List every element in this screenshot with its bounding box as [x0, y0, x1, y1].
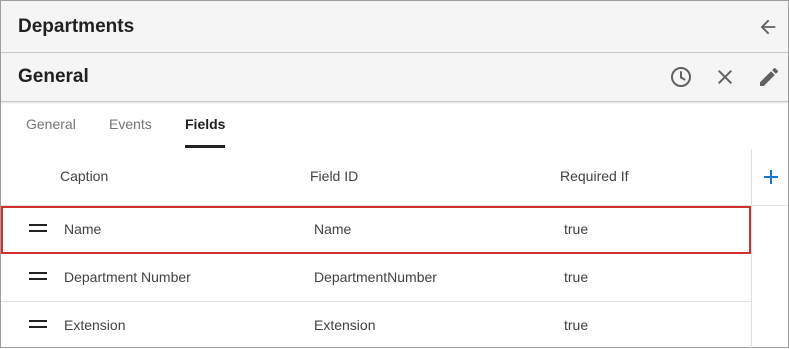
close-icon[interactable]	[713, 65, 737, 89]
cell-caption: Department Number	[64, 269, 191, 285]
section-bar: General	[1, 53, 788, 102]
fields-table: Caption Field ID Required If Name Name t…	[1, 149, 788, 348]
drag-handle-icon[interactable]	[29, 272, 47, 282]
table-row[interactable]: Extension Extension true	[1, 302, 751, 349]
cell-caption: Name	[64, 221, 102, 237]
column-header-required-if[interactable]: Required If	[560, 168, 628, 184]
column-header-caption[interactable]: Caption	[60, 168, 108, 184]
column-header-field-id[interactable]: Field ID	[310, 168, 358, 184]
cell-required-if: true	[564, 221, 589, 237]
edit-pencil-icon[interactable]	[757, 65, 781, 89]
page-title: Departments	[18, 16, 135, 37]
cell-field-id: Extension	[314, 317, 376, 333]
drag-handle-icon[interactable]	[29, 224, 47, 234]
arrow-left-icon[interactable]	[757, 16, 779, 38]
tab-general[interactable]: General	[26, 116, 76, 132]
cell-required-if: true	[564, 269, 589, 285]
tab-fields[interactable]: Fields	[185, 116, 225, 132]
plus-icon[interactable]	[762, 168, 780, 186]
table-row[interactable]: Department Number DepartmentNumber true	[1, 254, 751, 302]
active-tab-indicator	[185, 145, 225, 148]
top-bar: Departments	[1, 1, 788, 53]
tab-bar: General Events Fields	[1, 102, 788, 149]
cell-caption: Extension	[64, 317, 126, 333]
cell-field-id: DepartmentNumber	[314, 269, 437, 285]
cell-required-if: true	[564, 317, 589, 333]
tab-events[interactable]: Events	[109, 116, 152, 132]
section-title: General	[18, 66, 89, 87]
drag-handle-icon[interactable]	[29, 320, 47, 330]
table-row[interactable]: Name Name true	[1, 206, 751, 254]
window-frame: Departments General General Events Field…	[0, 0, 789, 348]
table-header: Caption Field ID Required If	[1, 149, 788, 206]
history-icon[interactable]	[669, 65, 693, 89]
cell-field-id: Name	[314, 221, 352, 237]
